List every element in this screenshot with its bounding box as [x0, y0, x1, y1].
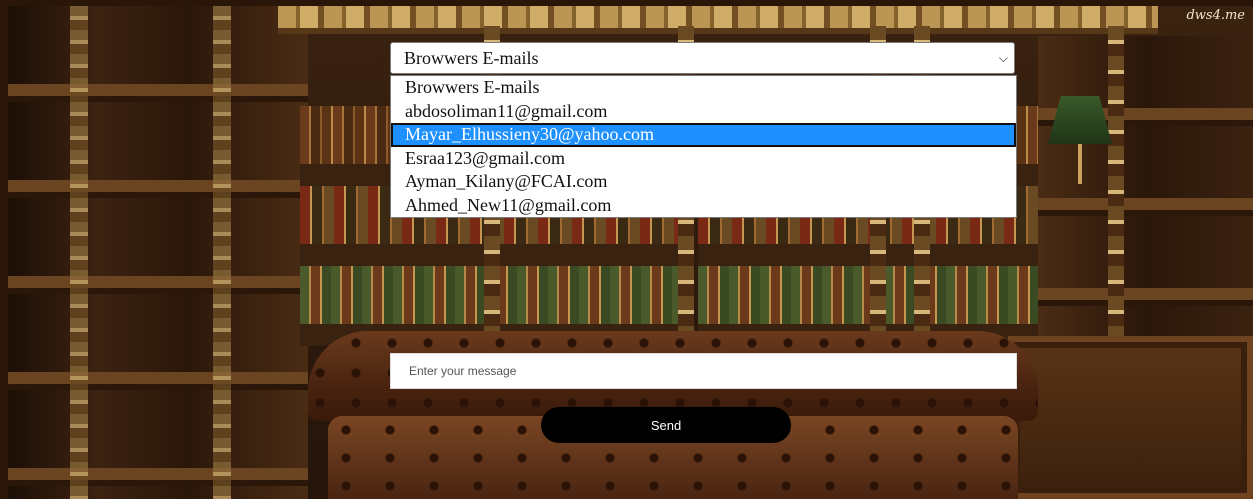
chevron-down-icon[interactable]: ⌵ [999, 43, 1008, 73]
book-row [698, 266, 1038, 324]
email-option[interactable]: Ahmed_New11@gmail.com [391, 194, 1016, 218]
email-select-value: Browwers E-mails [404, 48, 539, 68]
message-input[interactable] [390, 353, 1017, 389]
email-option-highlighted[interactable]: Mayar_Elhussieny30@yahoo.com [391, 123, 1016, 147]
lamp-pole [1078, 144, 1082, 184]
email-option[interactable]: abdosoliman11@gmail.com [391, 100, 1016, 124]
email-option[interactable]: Ayman_Kilany@FCAI.com [391, 170, 1016, 194]
carved-pillar [1108, 26, 1124, 346]
email-option[interactable]: Esraa123@gmail.com [391, 147, 1016, 171]
email-option-list: Browwers E-mails abdosoliman11@gmail.com… [390, 75, 1017, 218]
send-button[interactable]: Send [541, 407, 791, 443]
left-bookshelf [8, 6, 308, 499]
ornamental-frieze [278, 6, 1158, 34]
watermark-logo: dws4.me [1186, 8, 1245, 23]
wooden-cabinet [1008, 336, 1253, 499]
email-option[interactable]: Browwers E-mails [391, 76, 1016, 100]
email-select[interactable]: Browwers E-mails ⌵ [390, 42, 1015, 74]
